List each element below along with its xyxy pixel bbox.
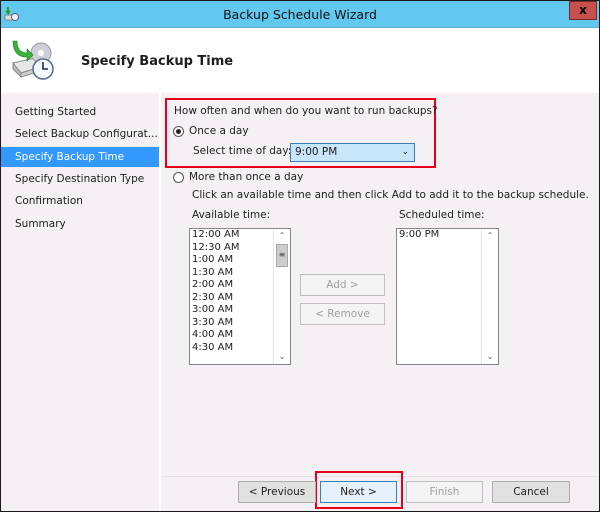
available-time-list[interactable]: 12:00 AM 12:30 AM 1:00 AM 1:30 AM 2:00 AM 2:3… <box>189 228 291 365</box>
chevron-down-icon: ⌄ <box>401 147 409 157</box>
scroll-thumb[interactable]: ≡ <box>276 244 288 267</box>
window-title: Backup Schedule Wizard <box>223 7 377 22</box>
more-than-once-label[interactable]: More than once a day <box>189 171 303 183</box>
wizard-header: Specify Backup Time <box>1 29 599 92</box>
sidebar-item-summary[interactable]: Summary <box>1 214 159 234</box>
sidebar-item-specify-backup-time[interactable]: Specify Backup Time <box>1 147 159 167</box>
remove-button[interactable]: < Remove <box>300 303 385 325</box>
sidebar-item-select-backup-configuration[interactable]: Select Backup Configurat... <box>1 124 159 144</box>
sidebar-item-confirmation[interactable]: Confirmation <box>1 191 159 211</box>
scheduled-list-scrollbar[interactable]: ⌃ ⌄ <box>481 229 498 364</box>
scheduled-time-label: Scheduled time: <box>399 209 485 221</box>
next-button[interactable]: Next > <box>320 481 397 503</box>
wizard-window: Backup Schedule Wizard x Specify Backup … <box>0 0 600 512</box>
title-bar: Backup Schedule Wizard x <box>1 1 599 28</box>
page-title: Specify Backup Time <box>81 54 234 69</box>
scheduled-time-list[interactable]: 9:00 PM ⌃ ⌄ <box>396 228 499 365</box>
close-icon: x <box>579 3 587 17</box>
backup-clock-icon <box>12 40 54 80</box>
scroll-up-icon[interactable]: ⌃ <box>482 229 498 243</box>
previous-button[interactable]: < Previous <box>238 481 316 503</box>
finish-button[interactable]: Finish <box>406 481 483 503</box>
instruction-text: Click an available time and then click A… <box>192 189 589 201</box>
more-than-once-radio[interactable] <box>173 172 184 183</box>
time-of-day-value: 9:00 PM <box>295 146 338 158</box>
once-a-day-label[interactable]: Once a day <box>189 125 249 137</box>
add-button[interactable]: Add > <box>300 274 385 296</box>
time-of-day-label: Select time of day: <box>193 145 292 157</box>
available-time-label: Available time: <box>192 209 271 221</box>
cancel-button[interactable]: Cancel <box>492 481 570 503</box>
scroll-down-icon[interactable]: ⌄ <box>482 350 498 364</box>
schedule-question: How often and when do you want to run ba… <box>174 105 438 117</box>
once-a-day-radio[interactable] <box>173 126 184 137</box>
scroll-down-icon[interactable]: ⌄ <box>274 350 290 364</box>
sidebar-item-getting-started[interactable]: Getting Started <box>1 102 159 122</box>
close-button[interactable]: x <box>569 1 597 20</box>
available-list-scrollbar[interactable]: ⌃ ≡ ⌄ <box>273 229 290 364</box>
scroll-up-icon[interactable]: ⌃ <box>274 229 290 243</box>
time-of-day-select[interactable]: 9:00 PM ⌄ <box>290 143 415 162</box>
sidebar-item-specify-destination-type[interactable]: Specify Destination Type <box>1 169 159 189</box>
wizard-content: How often and when do you want to run ba… <box>161 93 599 511</box>
wizard-steps-sidebar: Getting Started Select Backup Configurat… <box>1 93 159 511</box>
